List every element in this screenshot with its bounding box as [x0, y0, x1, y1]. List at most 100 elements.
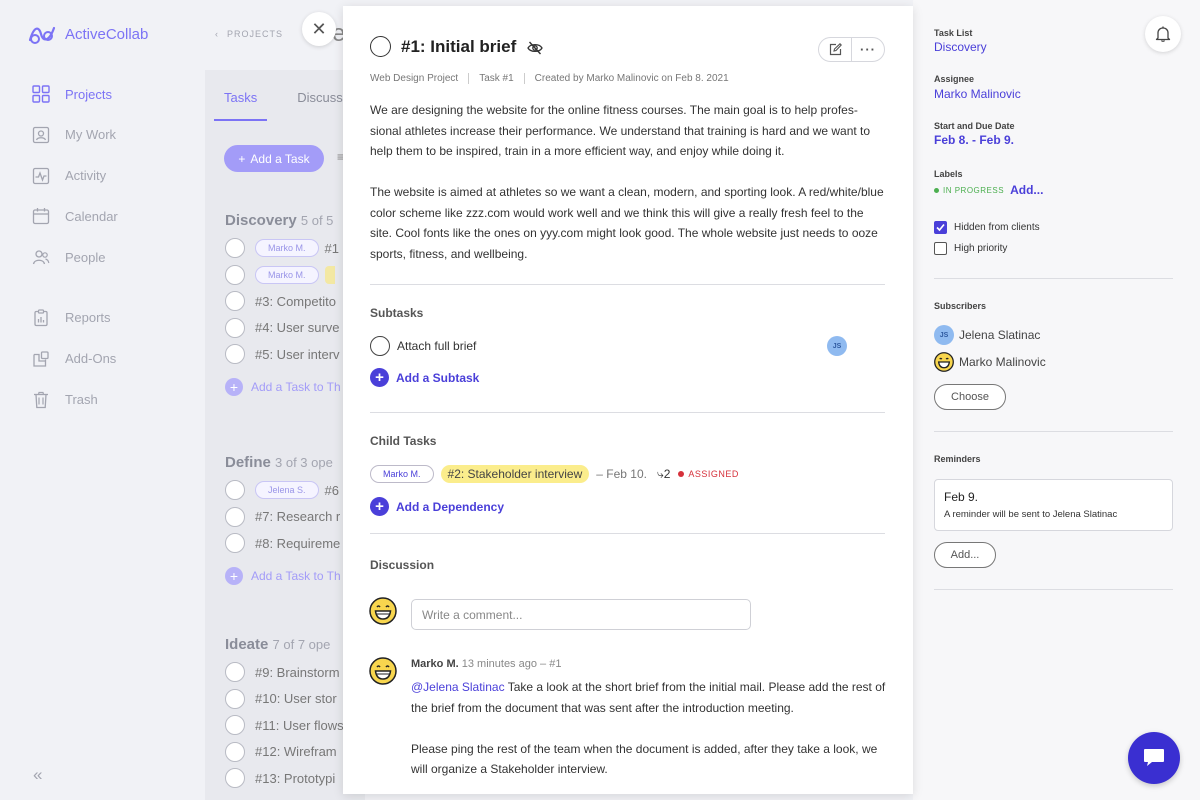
- edit-icon: [829, 43, 842, 56]
- check-icon: [936, 223, 945, 232]
- meta-task-number: Task #1: [479, 73, 514, 84]
- task-group-ideate: Ideate 7 of 7 ope #9: Brainstorm #10: Us…: [225, 636, 355, 792]
- collapse-sidebar-icon[interactable]: «: [33, 765, 42, 785]
- task-row[interactable]: Jelena S. #6: [225, 477, 355, 504]
- group-title[interactable]: Discovery 5 of 5: [225, 212, 355, 229]
- task-row[interactable]: #13: Prototypi: [225, 765, 355, 792]
- task-checkbox[interactable]: [225, 533, 245, 554]
- sidebar-item-trash[interactable]: Trash: [0, 390, 205, 410]
- label-in-progress[interactable]: IN PROGRESS: [934, 186, 1004, 195]
- add-subtask-button[interactable]: + Add a Subtask: [370, 368, 479, 387]
- task-checkbox[interactable]: [225, 662, 245, 683]
- add-reminder-button[interactable]: Add...: [934, 542, 996, 568]
- checkbox-unchecked[interactable]: [934, 242, 947, 255]
- task-checkbox[interactable]: [225, 317, 245, 338]
- task-checkbox[interactable]: [225, 715, 245, 736]
- task-checkbox[interactable]: [225, 344, 245, 365]
- task-row[interactable]: #8: Requireme: [225, 530, 355, 557]
- task-row[interactable]: #11: User flows: [225, 712, 355, 739]
- comment-input[interactable]: [411, 599, 751, 630]
- task-checkbox[interactable]: [225, 768, 245, 789]
- dates-value[interactable]: Feb 8. - Feb 9.: [934, 133, 1014, 147]
- task-checkbox[interactable]: [225, 264, 245, 285]
- task-row[interactable]: #9: Brainstorm: [225, 659, 355, 686]
- sidebar-item-add-ons[interactable]: Add-Ons: [0, 349, 205, 369]
- meta-project[interactable]: Web Design Project: [370, 73, 458, 84]
- task-row[interactable]: #7: Research r: [225, 504, 355, 531]
- assignee-pill: Jelena S.: [255, 481, 319, 500]
- chat-bubble-icon: [1144, 749, 1164, 766]
- assignee-pill[interactable]: Marko M.: [370, 465, 434, 483]
- add-dependency-button[interactable]: + Add a Dependency: [370, 497, 504, 516]
- subtask-label[interactable]: Attach full brief: [397, 339, 476, 353]
- support-chat-button[interactable]: [1128, 732, 1180, 784]
- hidden-from-clients-checkbox[interactable]: Hidden from clients: [934, 221, 1040, 234]
- task-checkbox[interactable]: [225, 506, 245, 527]
- add-label-button[interactable]: Add...: [1010, 183, 1043, 197]
- choose-subscribers-button[interactable]: Choose: [934, 384, 1006, 410]
- group-title[interactable]: Ideate 7 of 7 ope: [225, 636, 355, 653]
- task-title[interactable]: #1: Initial brief: [401, 37, 516, 57]
- add-task-to-list-link[interactable]: + Add a Task to Th: [225, 377, 355, 396]
- divider: [370, 533, 885, 534]
- subscribers-label: Subscribers: [934, 301, 987, 311]
- subscriber-item[interactable]: Marko Malinovic: [934, 352, 1046, 372]
- edit-task-button[interactable]: [818, 37, 852, 62]
- close-modal-button[interactable]: ✕: [302, 12, 336, 46]
- hidden-eye-icon: [527, 41, 543, 55]
- subtasks-title: Subtasks: [370, 306, 424, 320]
- task-checkbox[interactable]: [225, 741, 245, 762]
- grinning-face-icon: [369, 657, 397, 685]
- breadcrumb[interactable]: ‹ PROJECTS: [215, 29, 283, 39]
- task-row[interactable]: #5: User interv: [225, 341, 355, 368]
- mention-link[interactable]: @Jelena Slatinac: [411, 680, 505, 694]
- notifications-button[interactable]: [1145, 16, 1181, 52]
- add-task-to-list-link[interactable]: + Add a Task to Th: [225, 566, 355, 585]
- add-task-button[interactable]: + Add a Task: [224, 145, 324, 172]
- child-task-name[interactable]: #2: Stakeholder interview: [440, 465, 590, 483]
- task-row[interactable]: #3: Competito: [225, 288, 355, 315]
- assignee-value[interactable]: Marko Malinovic: [934, 87, 1021, 101]
- child-task-date: – Feb 10.: [596, 467, 647, 481]
- group-title[interactable]: Define 3 of 3 ope: [225, 454, 355, 471]
- more-options-button[interactable]: ···: [851, 37, 885, 62]
- reminder-card[interactable]: Feb 9. A reminder will be sent to Jelena…: [934, 479, 1173, 531]
- sidebar-item-projects[interactable]: Projects: [0, 84, 205, 104]
- task-checkbox[interactable]: [225, 688, 245, 709]
- comment-time: 13 minutes ago – #1: [461, 658, 562, 670]
- subtask-count: ⤷2: [656, 466, 671, 481]
- task-checkbox[interactable]: [225, 291, 245, 312]
- dates-label: Start and Due Date: [934, 121, 1015, 131]
- checkbox-checked[interactable]: [934, 221, 947, 234]
- sidebar-item-reports[interactable]: Reports: [0, 308, 205, 328]
- logo[interactable]: ActiveCollab: [27, 22, 148, 46]
- sidebar-item-people[interactable]: People: [0, 247, 205, 267]
- task-list-value[interactable]: Discovery: [934, 40, 987, 54]
- status-badge: ASSIGNED: [678, 469, 739, 479]
- high-priority-checkbox[interactable]: High priority: [934, 242, 1007, 255]
- task-row[interactable]: #4: User surve: [225, 315, 355, 342]
- task-checkbox[interactable]: [225, 480, 245, 501]
- task-row[interactable]: Marko M. #1: [225, 235, 355, 262]
- task-checkbox[interactable]: [225, 238, 245, 259]
- complete-task-checkbox[interactable]: [370, 36, 391, 57]
- bell-icon: [1155, 26, 1171, 42]
- avatar[interactable]: JS: [827, 336, 847, 356]
- task-row[interactable]: Marko M.: [225, 262, 355, 289]
- task-row[interactable]: #10: User stor: [225, 686, 355, 713]
- comment-author[interactable]: Marko M.: [411, 658, 459, 670]
- task-row[interactable]: #12: Wirefram: [225, 739, 355, 766]
- subtask-checkbox[interactable]: [370, 336, 390, 356]
- grinning-face-icon: [934, 352, 954, 372]
- tab-tasks[interactable]: Tasks: [214, 90, 268, 121]
- project-tabs: Tasks Discussio: [214, 90, 353, 121]
- sidebar-item-calendar[interactable]: Calendar: [0, 206, 205, 226]
- plus-icon: +: [370, 497, 389, 516]
- sidebar-item-my-work[interactable]: My Work: [0, 125, 205, 145]
- add-task-label: Add a Task: [250, 151, 310, 166]
- sidebar-item-activity[interactable]: Activity: [0, 166, 205, 186]
- task-description[interactable]: We are designing the website for the onl…: [370, 100, 885, 285]
- child-task-row[interactable]: Marko M. #2: Stakeholder interview – Feb…: [370, 465, 739, 483]
- subscriber-item[interactable]: JS Jelena Slatinac: [934, 325, 1040, 345]
- subtask-icon: ⤷: [656, 466, 664, 481]
